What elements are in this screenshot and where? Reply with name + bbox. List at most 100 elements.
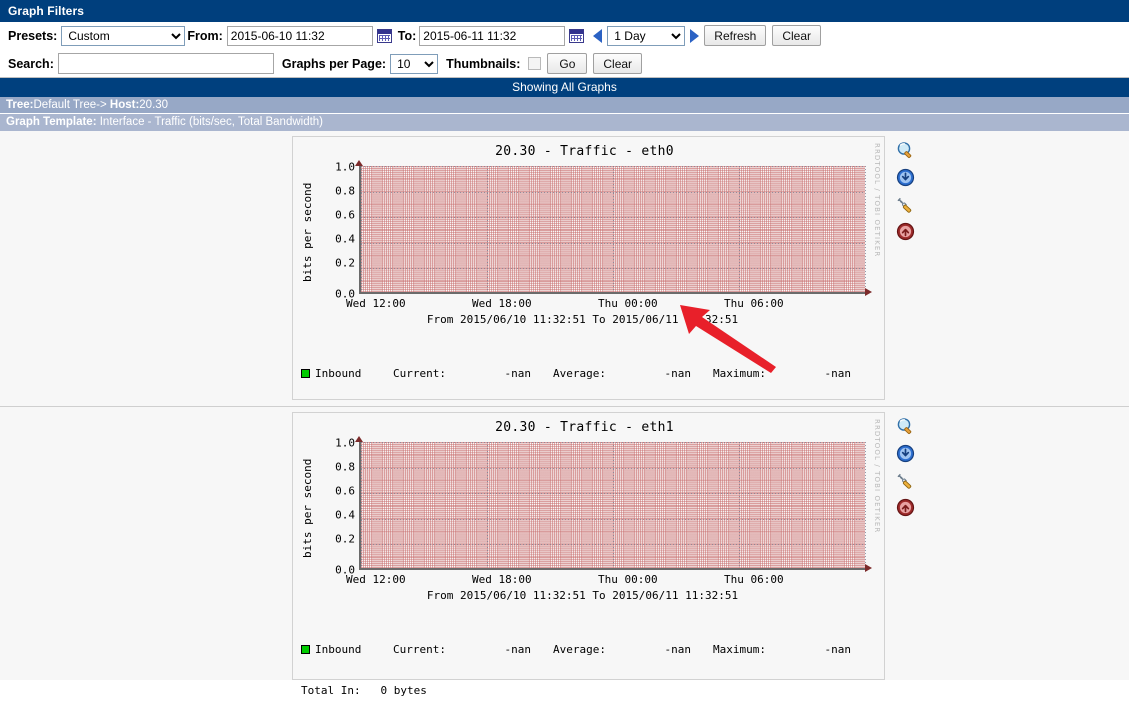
host-value: 20.30 <box>139 99 169 111</box>
legend-value-maximum-inbound: -nan <box>824 643 852 656</box>
graph-actions-eth0 <box>885 136 925 241</box>
legend-swatch-inbound <box>301 369 310 379</box>
legend-row-inbound: Inbound Current: -nan Average: -nan Maxi… <box>301 367 884 381</box>
graph-legend: Inbound Current: -nan Average: -nan Maxi… <box>293 616 884 706</box>
interval-select[interactable]: 1 Day <box>607 25 686 46</box>
legend-key-maximum: Maximum: <box>713 643 766 656</box>
legend-name-inbound: Inbound <box>315 367 362 380</box>
graph-block-eth0: 20.30 - Traffic - eth0 RRDTOOL / TOBI OE… <box>0 131 1129 502</box>
showing-all-graphs-bar: Showing All Graphs <box>0 78 1129 97</box>
calendar-icon-to[interactable] <box>569 28 585 43</box>
legend-key-average: Average: <box>553 367 606 380</box>
graph-settings-icon[interactable] <box>896 471 915 490</box>
presets-select[interactable]: Custom <box>61 25 186 46</box>
plot-canvas <box>359 442 866 570</box>
y-tick: 1.0 <box>335 436 355 450</box>
y-axis-label: bits per second <box>301 458 314 558</box>
legend-value-average-inbound: -nan <box>664 367 692 380</box>
y-tick: 1.0 <box>335 160 355 174</box>
legend-row-inbound: Inbound Current: -nan Average: -nan Maxi… <box>301 643 884 657</box>
plot-canvas <box>359 166 866 294</box>
thumbnails-checkbox[interactable] <box>528 57 542 70</box>
breadcrumb-tree: Tree:Default Tree-> Host:20.30 <box>0 97 1129 114</box>
filter-row-secondary: Search: Graphs per Page: 10 Thumbnails: … <box>0 49 1129 77</box>
clear-search-button[interactable]: Clear <box>593 53 643 74</box>
panel-title: Graph Filters <box>0 0 1129 22</box>
x-tick: Wed 12:00 <box>346 573 406 586</box>
thumbnails-label: Thumbnails: <box>446 56 521 71</box>
filter-row-primary: Presets: Custom From: To: 1 Day Refresh … <box>0 22 1129 49</box>
to-label: To: <box>397 28 417 43</box>
legend-swatch-inbound <box>301 645 310 655</box>
to-date-input[interactable] <box>419 25 566 46</box>
x-tick: Thu 06:00 <box>724 297 784 310</box>
x-tick: Thu 00:00 <box>598 573 658 586</box>
presets-label: Presets: <box>8 28 58 43</box>
csv-export-icon[interactable] <box>896 444 915 463</box>
y-tick: 0.2 <box>335 532 355 546</box>
graphs-per-page-select[interactable]: 10 <box>390 53 439 74</box>
legend-name-inbound: Inbound <box>315 643 362 656</box>
graph-card-eth1[interactable]: 20.30 - Traffic - eth1 RRDTOOL / TOBI OE… <box>292 412 885 697</box>
total-in-label: Total In: <box>301 683 361 697</box>
graph-card-eth0[interactable]: 20.30 - Traffic - eth0 RRDTOOL / TOBI OE… <box>292 136 885 502</box>
plot-area-eth0: bits per second 1.0 0.8 0.6 0.4 0.2 0.0 <box>293 159 884 311</box>
graph-area: 20.30 - Traffic - eth0 RRDTOOL / TOBI OE… <box>0 131 1129 697</box>
y-tick: 0.4 <box>335 508 355 522</box>
legend-value-average-inbound: -nan <box>664 643 692 656</box>
legend-value-current-inbound: -nan <box>504 643 532 656</box>
page-top-icon[interactable] <box>896 222 915 241</box>
legend-value-current-inbound: -nan <box>504 367 532 380</box>
legend-key-current: Current: <box>393 367 446 380</box>
from-date-input[interactable] <box>226 25 373 46</box>
y-tick: 0.8 <box>335 460 355 474</box>
arrow-right-icon[interactable] <box>690 28 700 43</box>
y-tick: 0.6 <box>335 484 355 498</box>
legend-key-current: Current: <box>393 643 446 656</box>
y-axis-ticks: 1.0 0.8 0.6 0.4 0.2 0.0 <box>319 159 355 301</box>
legend-total-in: Total In: 0 bytes <box>301 684 884 698</box>
graph-date-range: From 2015/06/10 11:32:51 To 2015/06/11 1… <box>426 313 739 326</box>
host-label: Host: <box>109 99 140 111</box>
tree-value: Default Tree-> <box>33 99 110 111</box>
x-axis-arrow-icon <box>865 564 872 572</box>
csv-export-icon[interactable] <box>896 168 915 187</box>
zoom-icon[interactable] <box>896 141 915 160</box>
graph-template-value: Interface - Traffic (bits/sec, Total Ban… <box>96 116 324 128</box>
graph-title: 20.30 - Traffic - eth0 <box>495 144 674 159</box>
calendar-icon-from[interactable] <box>376 28 392 43</box>
total-in-value: 0 bytes <box>373 683 427 697</box>
x-axis-ticks: Wed 12:00 Wed 18:00 Thu 00:00 Thu 06:00 <box>346 573 879 587</box>
graph-filters-panel: Graph Filters Presets: Custom From: To: … <box>0 0 1129 78</box>
graph-template-label: Graph Template: <box>6 116 97 128</box>
clear-button[interactable]: Clear <box>772 25 821 46</box>
legend-key-average: Average: <box>553 643 606 656</box>
x-axis-arrow-icon <box>865 288 872 296</box>
x-tick: Thu 06:00 <box>724 573 784 586</box>
y-axis-ticks: 1.0 0.8 0.6 0.4 0.2 0.0 <box>319 435 355 577</box>
x-tick: Thu 00:00 <box>598 297 658 310</box>
x-tick: Wed 12:00 <box>346 297 406 310</box>
y-axis-label: bits per second <box>301 182 314 282</box>
arrow-left-icon[interactable] <box>593 28 603 43</box>
page-top-icon[interactable] <box>896 498 915 517</box>
y-axis-arrow-icon <box>355 436 363 442</box>
go-button[interactable]: Go <box>547 53 588 74</box>
y-axis-arrow-icon <box>355 160 363 166</box>
search-input[interactable] <box>57 53 274 74</box>
x-axis-ticks: Wed 12:00 Wed 18:00 Thu 00:00 Thu 06:00 <box>346 297 879 311</box>
graph-settings-icon[interactable] <box>896 195 915 214</box>
legend-value-maximum-inbound: -nan <box>824 367 852 380</box>
tree-label: Tree: <box>6 99 34 111</box>
x-tick: Wed 18:00 <box>472 297 532 310</box>
from-label: From: <box>187 28 223 43</box>
plot-area-eth1: bits per second 1.0 0.8 0.6 0.4 0.2 0.0 <box>293 435 884 587</box>
y-tick: 0.8 <box>335 184 355 198</box>
graph-block-eth1: 20.30 - Traffic - eth1 RRDTOOL / TOBI OE… <box>0 406 1129 697</box>
refresh-button[interactable]: Refresh <box>704 25 767 46</box>
search-label: Search: <box>8 56 54 71</box>
zoom-icon[interactable] <box>896 417 915 436</box>
graph-actions-eth1 <box>885 412 925 517</box>
y-tick: 0.6 <box>335 208 355 222</box>
graph-title: 20.30 - Traffic - eth1 <box>495 420 674 435</box>
